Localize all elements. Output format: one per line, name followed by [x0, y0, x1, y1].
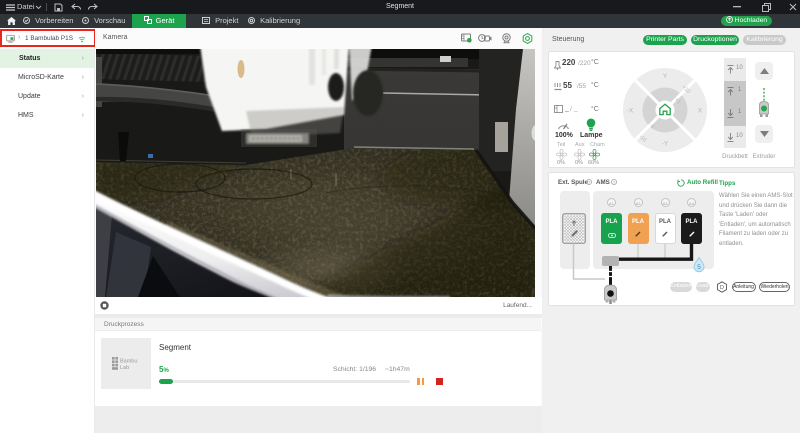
svg-text:D: D: [720, 285, 724, 291]
svg-text:5: 5: [697, 264, 701, 271]
svg-text:-Y: -Y: [662, 141, 669, 148]
svg-text:Y: Y: [663, 73, 668, 80]
svg-text:-X: -X: [627, 108, 634, 115]
svg-text:Lab: Lab: [120, 365, 129, 370]
svg-text:X: X: [698, 108, 703, 115]
svg-text:Bambu: Bambu: [120, 359, 137, 365]
